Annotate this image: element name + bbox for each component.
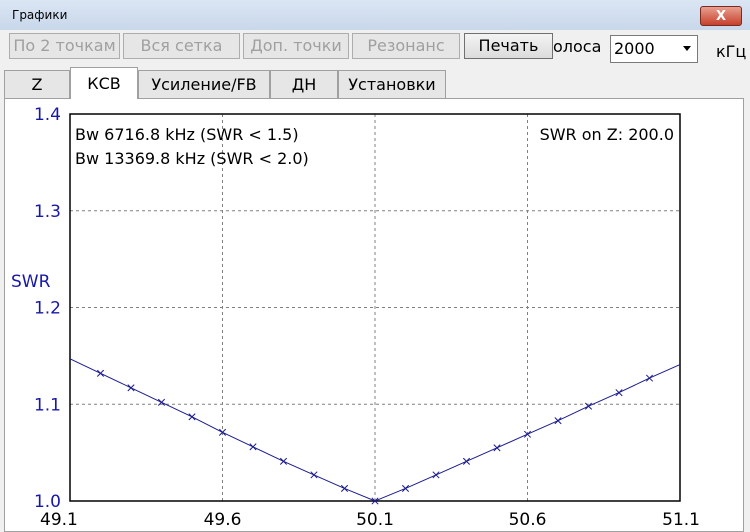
band-select[interactable]: 2000 (610, 35, 698, 63)
x-tick-label: 50.6 (509, 510, 547, 530)
x-tick-label: 51.1 (662, 510, 700, 530)
data-point-marker (188, 413, 196, 421)
print-button[interactable]: Печать (464, 33, 553, 59)
chart-panel: 1.0 1.1 1.2 1.3 1.4 49.1 49.6 50.1 50.6 51.1 SWR… (4, 98, 744, 532)
swr-chart: 1.0 1.1 1.2 1.3 1.4 49.1 49.6 50.1 50.6 51.1 SWR… (11, 105, 700, 530)
data-point-marker (340, 484, 349, 492)
close-button[interactable]: X (700, 6, 742, 26)
data-point-marker (310, 471, 318, 479)
window-title: Графики (12, 8, 68, 22)
data-point-marker (493, 444, 501, 452)
extra-points-button[interactable]: Доп. точки (243, 33, 349, 59)
data-point-marker (96, 369, 105, 377)
y-tick-label: 1.2 (34, 299, 61, 319)
whole-grid-button[interactable]: Вся сетка (123, 33, 240, 59)
y-axis-label: SWR (11, 272, 51, 292)
tab-gain-fb[interactable]: Усиление/FB (138, 70, 270, 98)
y-tick-label: 1.0 (34, 492, 61, 512)
data-point-marker (127, 384, 135, 392)
bandwidth-2-0-annotation: Bw 13369.8 kHz (SWR < 2.0) (75, 149, 309, 168)
data-point-marker (279, 457, 288, 465)
tab-pattern[interactable]: ДН (270, 70, 338, 98)
tab-settings[interactable]: Установки (338, 70, 446, 98)
data-point-marker (645, 374, 654, 382)
data-point-marker (462, 457, 471, 465)
x-axis: 49.1 49.6 50.1 50.6 51.1 (40, 510, 700, 530)
chevron-down-icon[interactable] (683, 46, 691, 51)
bandwidth-1-5-annotation: Bw 6716.8 kHz (SWR < 1.5) (75, 125, 299, 144)
band-value: 2000 (614, 39, 655, 58)
data-point-marker (554, 417, 562, 425)
data-point-marker (401, 484, 410, 492)
x-tick-label: 50.1 (356, 510, 394, 530)
tab-z[interactable]: Z (4, 70, 70, 98)
data-point-marker (249, 443, 257, 451)
reference-z-annotation: SWR on Z: 200.0 (540, 125, 674, 144)
y-axis: 1.0 1.1 1.2 1.3 1.4 (34, 105, 61, 512)
x-tick-label: 49.1 (40, 510, 78, 530)
title-bar[interactable]: Графики X (0, 0, 750, 30)
y-tick-label: 1.4 (34, 105, 61, 125)
tab-swr[interactable]: КСВ (70, 67, 138, 99)
y-tick-label: 1.3 (34, 202, 61, 222)
x-tick-label: 49.6 (204, 510, 242, 530)
y-tick-label: 1.1 (34, 395, 61, 415)
resonance-button[interactable]: Резонанс (352, 33, 460, 59)
band-label: олоса (553, 37, 602, 56)
data-point-marker (432, 471, 440, 479)
grid (70, 114, 680, 501)
data-point-marker (615, 389, 623, 397)
band-unit-label: кГц (716, 42, 747, 61)
graphs-window: Графики X По 2 точкам Вся сетка Доп. точ… (0, 0, 750, 532)
window-edge (745, 60, 750, 532)
by-two-points-button[interactable]: По 2 точкам (9, 33, 120, 59)
